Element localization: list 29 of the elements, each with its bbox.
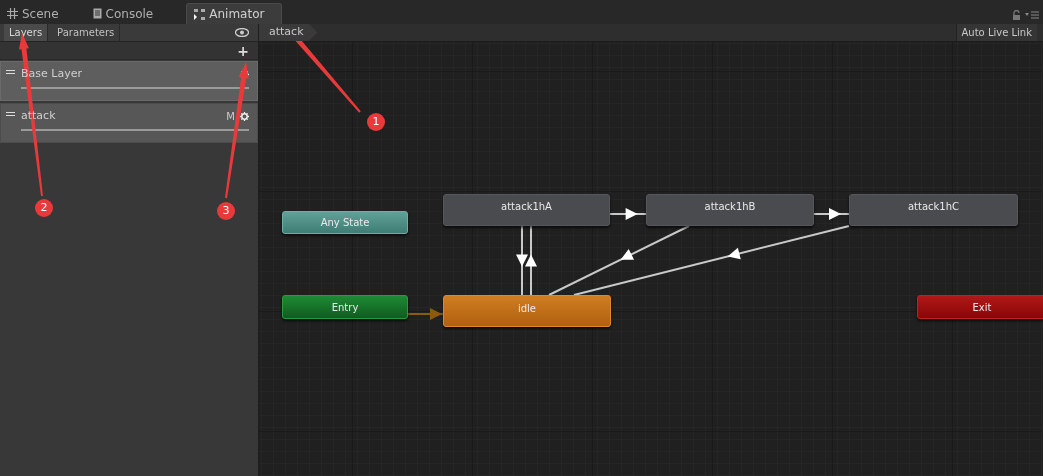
state-node[interactable]: attack1hA [443,194,610,226]
transition-arrow[interactable] [548,225,690,296]
window-tab[interactable]: Console [85,3,161,24]
transition-arrow[interactable] [516,225,528,296]
transition-arrow[interactable] [609,208,647,220]
transition-arrow[interactable] [813,208,850,220]
nodes-icon [194,8,206,20]
window-tab[interactable]: Scene [0,3,66,24]
document-icon [92,8,102,19]
settings-icon[interactable] [240,112,249,121]
window-tab[interactable]: Animator [186,3,283,24]
panel-tab[interactable]: Layers [4,24,49,41]
state-node[interactable]: Entry [282,295,408,319]
auto-live-link-button[interactable]: Auto Live Link [955,24,1037,41]
drag-handle-icon[interactable] [6,70,15,74]
state-node[interactable]: attack1hC [849,194,1018,226]
state-node[interactable]: attack1hB [646,194,814,226]
transition-arrow[interactable] [407,308,444,320]
lock-icon[interactable] [1012,10,1021,20]
eye-icon[interactable] [235,28,249,37]
menu-icon[interactable] [1025,11,1039,19]
state-node[interactable]: Exit [917,295,1043,319]
transition-arrow[interactable] [573,225,850,296]
breadcrumb-item[interactable]: attack [259,24,318,41]
grid-icon [7,8,18,19]
drag-handle-icon[interactable] [6,112,15,116]
add-layer-button[interactable]: + [237,43,249,58]
transition-arrow[interactable] [525,225,537,296]
layer-flag-label: M [226,110,235,124]
